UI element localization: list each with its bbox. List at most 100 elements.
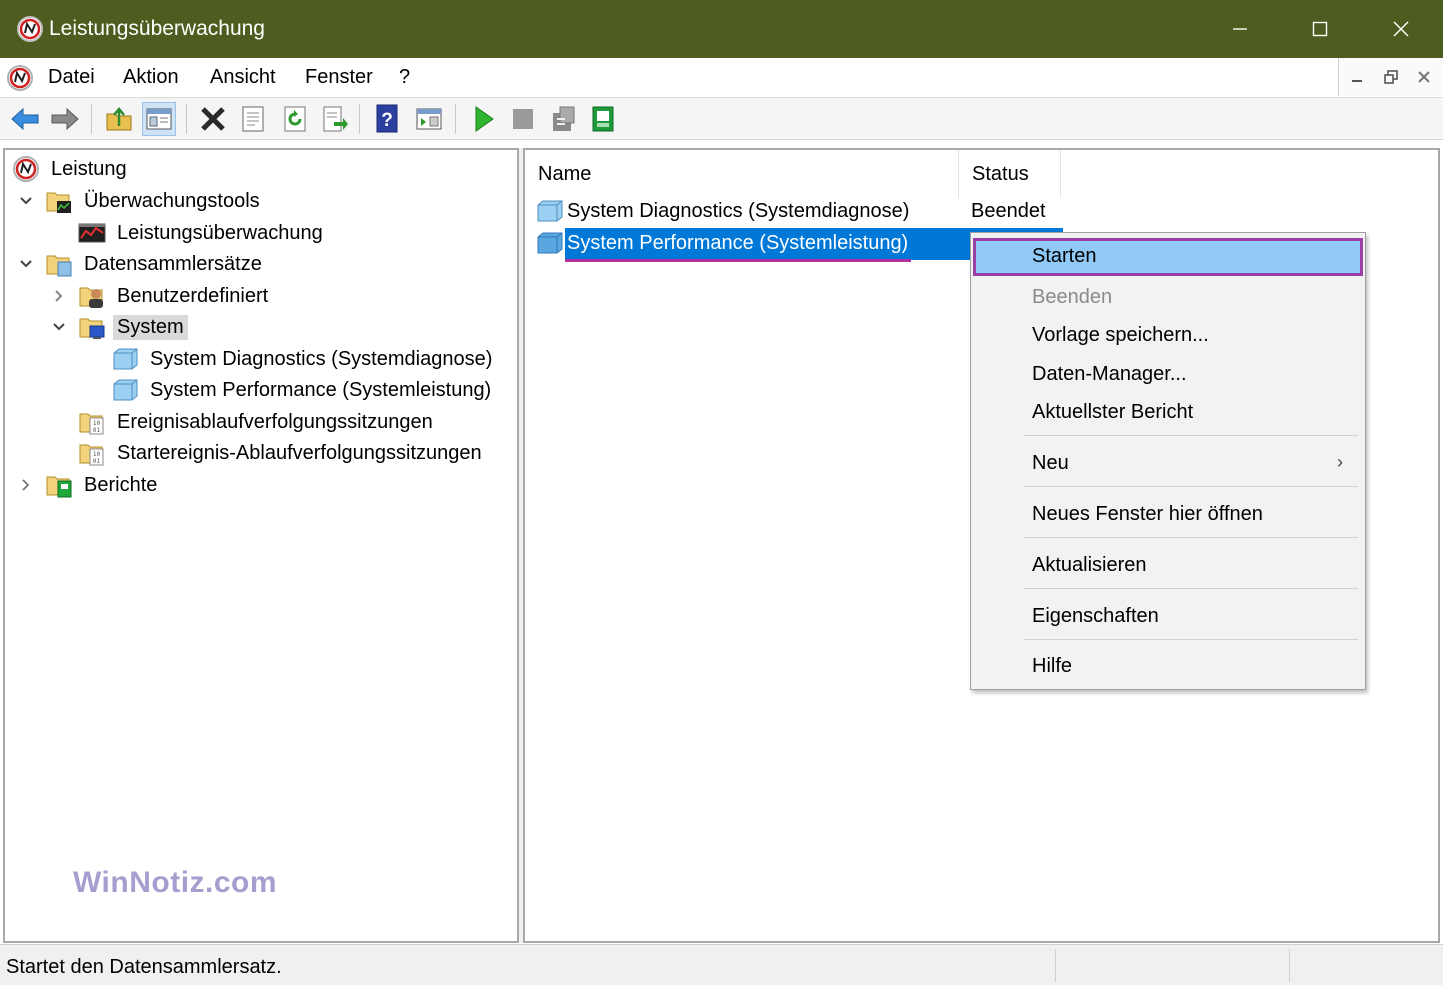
- properties-button[interactable]: [236, 102, 270, 136]
- menu-fenster[interactable]: Fenster: [305, 66, 373, 89]
- svg-text:?: ?: [381, 110, 393, 131]
- stop-icon: [513, 109, 533, 129]
- list-item-name: System Performance (Systemleistung): [567, 232, 909, 254]
- delete-x-icon: [201, 107, 225, 131]
- maximize-icon: [1312, 21, 1328, 37]
- tree-item-datensammlersaetze[interactable]: Datensammlersätze: [45, 249, 266, 279]
- forward-button[interactable]: [48, 102, 82, 136]
- context-menu-aktuellster-bericht[interactable]: Aktuellster Bericht: [971, 394, 1365, 432]
- toolbar-separator: [455, 104, 456, 134]
- watermark: WinNotiz.com: [73, 866, 278, 899]
- tree-item-label: System: [113, 314, 188, 340]
- tree-item-leistungsueberwachung[interactable]: Leistungsüberwachung: [78, 218, 327, 248]
- column-header-name[interactable]: Name: [525, 150, 959, 198]
- show-hide-console-tree-button[interactable]: [142, 102, 176, 136]
- datacollector-icon: [537, 232, 563, 254]
- mdi-restore-button[interactable]: [1378, 64, 1404, 90]
- show-hide-action-pane-button[interactable]: [412, 102, 446, 136]
- chevron-down-icon[interactable]: [16, 254, 36, 274]
- tree-item-leistung[interactable]: Leistung: [12, 154, 131, 184]
- console-tree-pane[interactable]: Leistung Überwachungstools Leistungsüber…: [3, 148, 519, 943]
- tree-item-startereignis-ablaufverfolgungssitzungen[interactable]: 10 01 Startereignis-Ablaufverfolgungssitz…: [78, 438, 486, 468]
- column-header-status[interactable]: Status: [959, 150, 1061, 198]
- help-button[interactable]: ?: [370, 102, 404, 136]
- context-menu-daten-manager[interactable]: Daten-Manager...: [971, 356, 1365, 394]
- tree-item-system-performance[interactable]: System Performance (Systemleistung): [111, 375, 495, 405]
- tree-item-label: Startereignis-Ablaufverfolgungssitzungen: [117, 441, 482, 464]
- datacollector-icon: [113, 348, 138, 370]
- context-menu-vorlage-speichern[interactable]: Vorlage speichern...: [971, 317, 1365, 355]
- chevron-down-icon[interactable]: [16, 191, 36, 211]
- refresh-button[interactable]: [278, 102, 312, 136]
- latest-report-button[interactable]: [586, 102, 620, 136]
- minimize-icon: [1233, 28, 1247, 30]
- close-icon: [1418, 71, 1430, 83]
- tree-item-ueberwachungstools[interactable]: Überwachungstools: [45, 186, 264, 216]
- tree-item-label: Überwachungstools: [84, 189, 260, 212]
- start-collector-button[interactable]: [467, 102, 501, 136]
- chevron-right-icon[interactable]: [16, 475, 36, 495]
- up-one-level-button[interactable]: [102, 102, 136, 136]
- menu-help[interactable]: ?: [399, 66, 410, 89]
- svg-text:10: 10: [93, 451, 101, 458]
- menu-separator: [1024, 537, 1358, 538]
- tree-item-label: Leistung: [51, 157, 127, 180]
- menu-item-label: Hilfe: [1032, 655, 1073, 677]
- menu-item-label: Starten: [1032, 245, 1097, 267]
- tree-item-ereignisablaufverfolgungssitzungen[interactable]: 10 01 Ereignisablaufverfolgungssitzungen: [78, 407, 437, 437]
- mmc-system-menu-icon[interactable]: [6, 64, 34, 92]
- tree-item-berichte[interactable]: Berichte: [45, 470, 161, 500]
- folder-trace-icon: 1001: [79, 444, 104, 466]
- action-pane-icon: [416, 108, 442, 130]
- menu-item-label: Neues Fenster hier öffnen: [1032, 503, 1263, 525]
- chevron-down-icon[interactable]: [49, 317, 69, 337]
- data-manager-button[interactable]: [546, 102, 580, 136]
- context-menu-neues-fenster[interactable]: Neues Fenster hier öffnen: [971, 496, 1365, 534]
- context-menu-beenden: Beenden: [971, 279, 1365, 317]
- menu-item-label: Eigenschaften: [1032, 605, 1159, 627]
- mdi-minimize-button[interactable]: [1344, 64, 1370, 90]
- folder-trace-icon: 1001: [79, 413, 104, 435]
- maximize-button[interactable]: [1280, 0, 1360, 58]
- stop-collector-button[interactable]: [506, 102, 540, 136]
- context-menu-eigenschaften[interactable]: Eigenschaften: [971, 598, 1365, 636]
- menu-datei[interactable]: Datei: [48, 66, 95, 89]
- menu-separator: [1024, 639, 1358, 640]
- menu-ansicht[interactable]: Ansicht: [210, 66, 276, 89]
- mdi-close-button[interactable]: [1411, 64, 1437, 90]
- folder-user-icon: [79, 287, 103, 308]
- back-button[interactable]: [8, 102, 42, 136]
- menu-aktion[interactable]: Aktion: [123, 66, 179, 89]
- help-book-icon: ?: [376, 104, 398, 133]
- status-text: Startet den Datensammlersatz.: [6, 956, 282, 978]
- datacollector-icon: [113, 379, 138, 401]
- folder-tools-icon: [46, 192, 71, 213]
- tree-item-system-diagnostics[interactable]: System Diagnostics (Systemdiagnose): [111, 344, 496, 374]
- export-list-button[interactable]: [318, 102, 352, 136]
- delete-button[interactable]: [196, 102, 230, 136]
- menu-bar: Datei Aktion Ansicht Fenster ?: [0, 58, 1443, 98]
- tree-item-label: Berichte: [84, 473, 158, 496]
- menu-item-label: Vorlage speichern...: [1032, 324, 1209, 346]
- close-button[interactable]: [1361, 0, 1441, 58]
- export-list-icon: [323, 106, 348, 132]
- chevron-right-icon[interactable]: [49, 286, 69, 306]
- tree-item-label: System Diagnostics (Systemdiagnose): [150, 347, 493, 370]
- toolbar: ?: [0, 98, 1443, 140]
- context-menu-neu[interactable]: Neu ›: [971, 445, 1365, 483]
- minimize-button[interactable]: [1200, 0, 1280, 58]
- list-item[interactable]: System Diagnostics (Systemdiagnose) Been…: [533, 196, 1063, 228]
- context-menu-hilfe[interactable]: Hilfe: [971, 648, 1365, 686]
- minimize-icon: [1352, 80, 1362, 82]
- folder-reports-icon: [46, 476, 72, 498]
- close-icon: [1393, 21, 1409, 37]
- tree-item-benutzerdefiniert[interactable]: Benutzerdefiniert: [78, 281, 272, 311]
- tree-item-system[interactable]: System: [78, 312, 188, 342]
- context-menu-aktualisieren[interactable]: Aktualisieren: [971, 547, 1365, 585]
- context-menu-starten[interactable]: Starten: [973, 238, 1363, 276]
- datacollector-icon: [537, 200, 563, 222]
- toolbar-separator: [359, 104, 360, 134]
- list-item-name: System Diagnostics (Systemdiagnose): [567, 200, 910, 222]
- report-icon: [592, 106, 614, 132]
- svg-text:10: 10: [93, 420, 101, 427]
